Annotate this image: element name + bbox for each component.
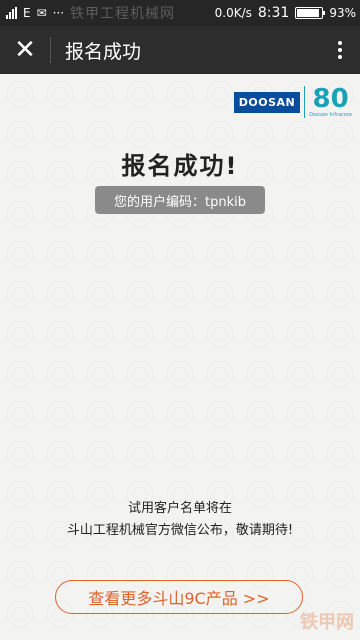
notification-icon: ✉ — [36, 6, 47, 20]
top-bar: ✕ 报名成功 — [0, 26, 360, 74]
status-bar: E ✉ ··· 铁甲工程机械网 0.0K/s 8:31 93% — [0, 0, 360, 26]
watermark-bottom: 铁甲网 — [300, 612, 354, 633]
clock: 8:31 — [257, 5, 290, 21]
more-options-button[interactable] — [320, 26, 360, 74]
anniversary-number: 80 — [312, 84, 349, 114]
close-button[interactable]: ✕ — [0, 26, 50, 74]
battery-percent: 93% — [329, 6, 356, 20]
battery-icon — [295, 7, 326, 19]
success-title: 报名成功! — [121, 152, 239, 180]
page-title: 报名成功 — [65, 40, 142, 63]
network-speed: 0.0K/s — [214, 6, 252, 20]
notice-line-1: 试用客户名单将在 — [127, 501, 232, 516]
user-code-badge: 您的用户编码：tpnkib — [95, 186, 265, 214]
signal-icon — [6, 7, 17, 19]
main-content: DOOSAN 80 Doosan Infracore 报名成功! 您的用户编码：… — [0, 74, 360, 640]
view-more-products-button[interactable]: 查看更多斗山9C产品 >> — [55, 580, 303, 614]
anniversary-sub: Doosan Infracore — [309, 112, 352, 118]
close-icon: ✕ — [14, 35, 36, 65]
anniversary-badge: 80 Doosan Infracore — [304, 86, 352, 118]
watermark-top: 铁甲工程机械网 — [70, 6, 175, 22]
notice-text: 试用客户名单将在 斗山工程机械官方微信公布，敬请期待! — [0, 498, 360, 542]
more-notifications-icon: ··· — [52, 6, 65, 20]
notice-line-2: 斗山工程机械官方微信公布，敬请期待! — [66, 523, 294, 538]
doosan-logo: DOOSAN — [233, 91, 301, 113]
carrier-label: E — [23, 6, 31, 20]
brand-logo: DOOSAN 80 Doosan Infracore — [233, 86, 352, 118]
